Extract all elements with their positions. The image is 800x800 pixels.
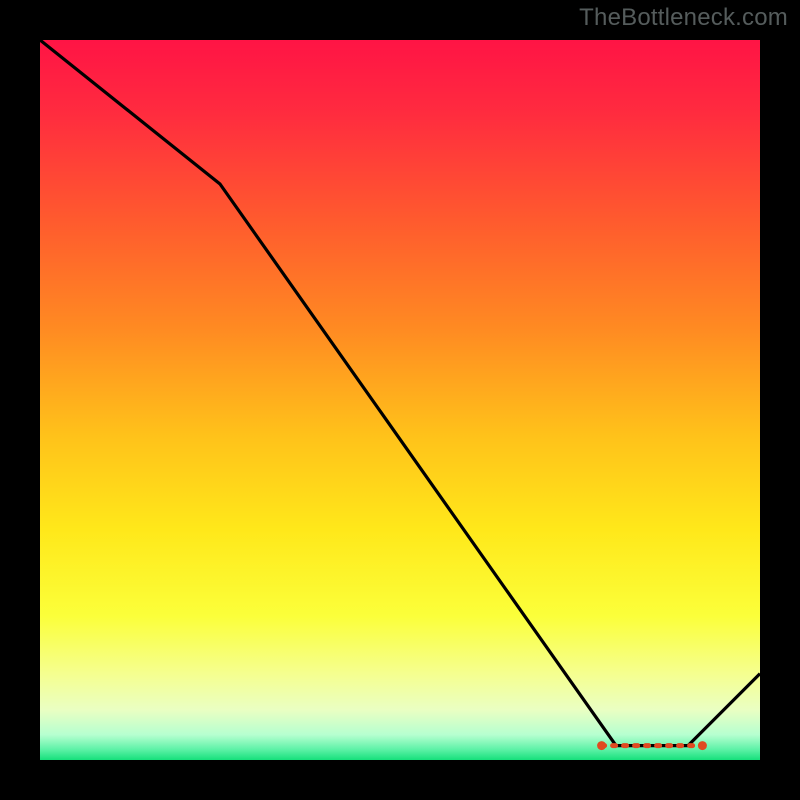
- optimal-range-end-dot: [698, 741, 707, 750]
- chart-stage: TheBottleneck.com: [0, 0, 800, 800]
- chart-svg: [40, 40, 760, 760]
- optimal-range-start-dot: [597, 741, 606, 750]
- watermark-text: TheBottleneck.com: [579, 4, 788, 32]
- chart-background: [40, 40, 760, 760]
- chart-plot-area: [40, 40, 760, 760]
